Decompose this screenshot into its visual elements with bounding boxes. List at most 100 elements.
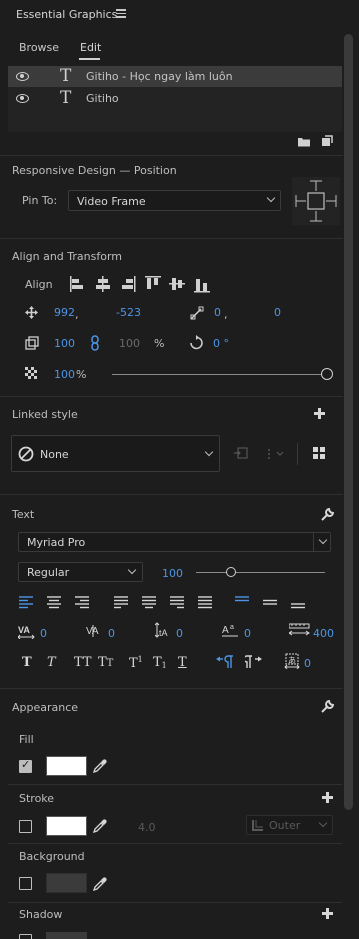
rotation-value[interactable]: 0 °	[213, 337, 229, 350]
font-size-slider-knob[interactable]	[225, 567, 236, 577]
wrench-icon[interactable]	[320, 507, 335, 522]
align-label: Align	[25, 278, 53, 291]
justify-center-icon	[142, 596, 156, 609]
layer-row[interactable]: T Gitiho - Học ngay làm luôn	[8, 66, 342, 87]
underline-icon[interactable]: T	[178, 655, 187, 670]
divider	[0, 396, 343, 397]
ltr-text-icon[interactable]	[216, 655, 234, 668]
font-style-dropdown[interactable]: Regular	[18, 562, 143, 582]
fill-label: Fill	[19, 733, 34, 746]
stroke-type-icon	[252, 820, 263, 831]
faux-italic-icon[interactable]: T	[47, 655, 56, 670]
tab-edit[interactable]: Edit	[80, 41, 101, 54]
paragraph-alignment-buttons	[19, 596, 305, 609]
font-family-value: Myriad Pro	[27, 536, 86, 549]
chevron-down-icon	[318, 535, 328, 545]
tsume-value[interactable]: 0	[304, 657, 311, 670]
anchor-x-value[interactable]: 0	[214, 306, 221, 319]
eye-icon[interactable]	[16, 94, 29, 103]
stroke-label: Stroke	[19, 792, 55, 805]
tracking-value[interactable]: 0	[40, 627, 47, 640]
svg-text:a: a	[230, 624, 234, 631]
kerning-value[interactable]: 0	[108, 627, 115, 640]
position-y-value[interactable]: -523	[116, 306, 141, 319]
responsive-section-title: Responsive Design — Position	[12, 164, 177, 177]
separator: ,	[224, 308, 228, 321]
panel-menu-icon[interactable]	[116, 9, 126, 18]
stroke-type-dropdown: Outer	[246, 815, 333, 835]
wrench-icon[interactable]	[320, 699, 335, 714]
folder-icon[interactable]	[297, 136, 311, 147]
chevron-down-icon	[318, 818, 328, 828]
font-family-dropdown[interactable]: Myriad Pro	[18, 532, 331, 552]
scale-unit: %	[154, 337, 165, 350]
pin-edges-icon[interactable]	[292, 177, 340, 225]
eyedropper-icon[interactable]	[93, 819, 107, 833]
layer-name: Gitiho	[86, 92, 119, 105]
faux-bold-icon[interactable]: T	[22, 655, 32, 670]
align-top-icon	[145, 276, 161, 289]
panel-header: Essential Graphics	[0, 0, 359, 30]
baseline-shift-value[interactable]: 0	[244, 627, 251, 640]
divider	[0, 688, 343, 689]
grid-view-icon[interactable]	[313, 447, 326, 460]
eyedropper-icon[interactable]	[93, 877, 107, 891]
align-top-text-icon	[235, 596, 249, 602]
text-section-title: Text	[12, 508, 35, 521]
add-icon[interactable]	[314, 408, 325, 419]
stroke-checkbox[interactable]	[19, 820, 32, 833]
scale-value[interactable]: 100	[54, 337, 75, 350]
fill-color-swatch[interactable]	[46, 756, 87, 776]
superscript-icon[interactable]: T1	[129, 655, 143, 671]
opacity-slider-track[interactable]	[112, 374, 327, 375]
tracking-icon: VA	[18, 625, 35, 639]
shadow-checkbox[interactable]	[19, 934, 32, 939]
layer-list: T Gitiho - Học ngay làm luôn T Gitiho	[8, 66, 342, 132]
add-stroke-icon[interactable]	[322, 792, 333, 803]
chevron-down-icon	[204, 447, 214, 457]
rtl-text-icon[interactable]	[245, 655, 263, 668]
opacity-value[interactable]: 100	[54, 368, 75, 381]
baseline-shift-icon: A a	[222, 624, 238, 637]
scrollbar-thumb[interactable]	[344, 34, 353, 810]
font-size-value[interactable]: 100	[162, 567, 183, 580]
leading-value[interactable]: 0	[176, 627, 183, 640]
subscript-icon[interactable]: T1	[153, 655, 167, 670]
chevron-down-icon	[127, 565, 137, 575]
svg-text:tA: tA	[159, 628, 168, 638]
background-checkbox[interactable]	[19, 877, 32, 890]
pin-to-dropdown[interactable]: Video Frame	[68, 190, 281, 211]
new-layer-icon[interactable]	[321, 135, 333, 147]
shadow-color-swatch[interactable]	[46, 932, 87, 939]
eyedropper-icon[interactable]	[93, 759, 107, 773]
divider	[8, 902, 342, 903]
anchor-y-value[interactable]: 0	[274, 306, 281, 319]
link-icon[interactable]	[90, 335, 100, 351]
opacity-slider-knob[interactable]	[321, 368, 333, 380]
svg-text:A: A	[222, 625, 229, 636]
position-x-value[interactable]: 992	[54, 306, 75, 319]
svg-text:VA: VA	[86, 626, 99, 637]
all-caps-icon[interactable]: TT	[74, 655, 92, 670]
text-layer-icon: T	[60, 66, 72, 86]
stroke-color-swatch[interactable]	[46, 816, 87, 836]
tab-browse[interactable]: Browse	[19, 41, 59, 54]
fill-checkbox[interactable]	[19, 758, 32, 773]
add-shadow-icon[interactable]	[322, 908, 333, 919]
align-text-center-icon	[47, 596, 61, 609]
divider	[297, 443, 298, 465]
align-center-h-icon	[96, 276, 110, 292]
layer-row[interactable]: T Gitiho	[8, 88, 342, 109]
anchor-point-icon	[190, 306, 204, 320]
tab-width-value[interactable]: 400	[313, 627, 334, 640]
font-size-slider-track[interactable]	[196, 572, 325, 573]
eye-icon[interactable]	[16, 72, 29, 81]
align-bottom-icon	[194, 279, 210, 293]
align-left-icon	[70, 276, 83, 292]
small-caps-icon[interactable]: TT	[98, 655, 113, 670]
scale-height-value: 100	[119, 337, 140, 350]
appearance-title: Appearance	[12, 701, 79, 714]
linked-style-dropdown[interactable]: None	[11, 435, 220, 472]
style-options-icon	[268, 449, 284, 459]
background-color-swatch[interactable]	[46, 873, 87, 893]
